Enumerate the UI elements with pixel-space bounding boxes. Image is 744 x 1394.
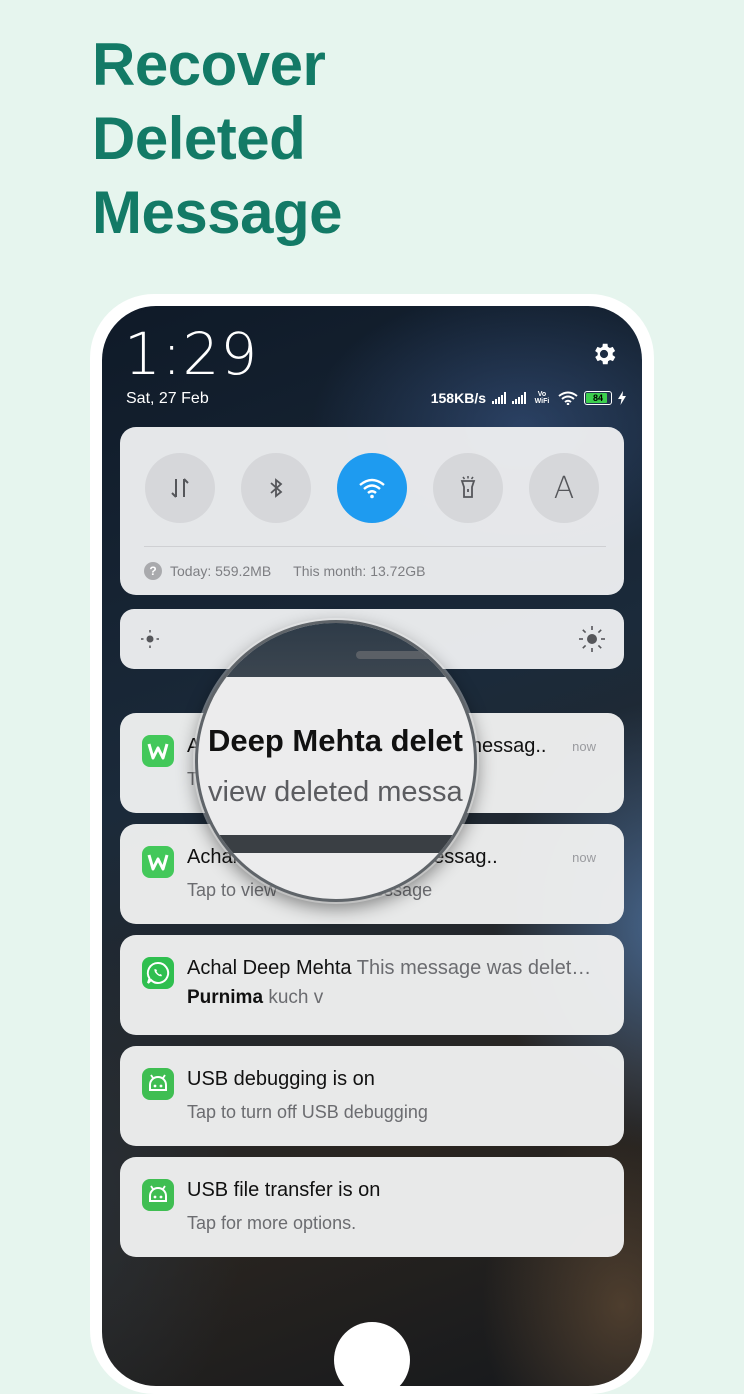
auto-brightness-icon: A — [553, 470, 575, 506]
android-system-icon — [142, 1179, 174, 1211]
magnifier-lens: Deep Mehta delet view deleted messa — [195, 620, 477, 902]
magnifier-body: view deleted messa — [208, 776, 463, 808]
headline-line-2: Deleted — [92, 105, 306, 172]
magnifier-title: Deep Mehta delet — [208, 723, 463, 758]
deleted-message-app-icon — [142, 735, 174, 767]
w-logo-icon — [147, 743, 169, 760]
charging-bolt-icon — [618, 391, 626, 405]
brightness-high-icon — [579, 626, 605, 652]
quick-settings-panel: A ? Today: 559.2MB This month: 13.72GB — [120, 427, 624, 595]
notification-body: Tap to turn off USB debugging — [187, 1102, 428, 1122]
notification-title: USB file transfer is on — [187, 1179, 381, 1201]
wifi-status-icon — [558, 391, 578, 405]
whatsapp-icon — [146, 961, 170, 984]
android-system-icon — [142, 1068, 174, 1100]
auto-brightness-toggle[interactable]: A — [529, 453, 599, 523]
headline-line-1: Recover — [92, 31, 326, 98]
settings-gear-icon[interactable] — [590, 340, 618, 368]
android-icon — [149, 1074, 167, 1091]
usage-today: Today: 559.2MB — [170, 563, 272, 579]
magnifier-edge — [198, 835, 474, 853]
signal-2-icon — [512, 392, 526, 404]
bluetooth-icon — [270, 478, 283, 498]
network-speed: 158KB/s — [430, 390, 486, 406]
w-logo-icon — [147, 854, 169, 871]
headline-line-3: Message — [92, 179, 342, 246]
bluetooth-toggle[interactable] — [241, 453, 311, 523]
notification-whatsapp[interactable]: Achal Deep Mehta This message was delet…… — [120, 935, 624, 1035]
android-icon — [149, 1185, 167, 1202]
notification-usb-debugging[interactable]: USB debugging is on Tap to turn off USB … — [120, 1046, 624, 1146]
deleted-message-app-icon — [142, 846, 174, 878]
data-usage: ? Today: 559.2MB This month: 13.72GB — [144, 562, 425, 580]
battery-level: 84 — [592, 393, 603, 403]
whatsapp-app-icon — [142, 957, 174, 989]
notification-title: Achal Deep Mehta This message was delet… — [187, 957, 592, 979]
notification-message: Purnima kuch v — [187, 987, 324, 1008]
quick-settings-divider — [144, 546, 606, 547]
mobile-data-icon — [171, 478, 189, 498]
headline: Recover Deleted Message — [92, 28, 342, 250]
notification-time: now — [572, 739, 596, 754]
notification-time: now — [572, 850, 596, 865]
volte-label: Vo WiFi — [534, 391, 550, 405]
usage-month: This month: 13.72GB — [293, 563, 426, 579]
notification-body: Tap for more options. — [187, 1213, 357, 1233]
wifi-toggle[interactable] — [337, 453, 407, 523]
notification-usb-file-transfer[interactable]: USB file transfer is on Tap for more opt… — [120, 1157, 624, 1257]
wifi-icon — [359, 478, 385, 499]
brightness-low-icon — [141, 630, 159, 648]
flashlight-toggle[interactable] — [433, 453, 503, 523]
mobile-data-toggle[interactable] — [145, 453, 215, 523]
notification-title: USB debugging is on — [187, 1068, 375, 1090]
clock: 1:29 — [124, 320, 259, 388]
battery-icon: 84 — [584, 391, 612, 405]
help-icon[interactable]: ? — [144, 562, 162, 580]
signal-1-icon — [492, 392, 506, 404]
flashlight-icon — [460, 476, 476, 498]
status-bar: 158KB/s Vo WiFi 84 — [431, 390, 626, 406]
clear-notifications-button[interactable] — [334, 1322, 410, 1386]
date: Sat, 27 Feb — [126, 390, 209, 407]
magnifier-slider-handle — [356, 651, 440, 659]
